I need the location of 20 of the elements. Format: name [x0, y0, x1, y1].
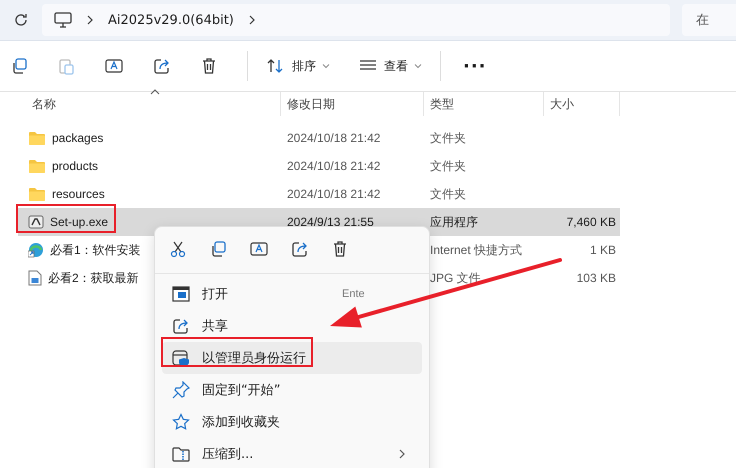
modified-date: 2024/9/13 21:55 [287, 215, 374, 229]
modified-date: 2024/10/18 21:42 [287, 159, 380, 173]
modified-date: 2024/10/18 21:42 [287, 131, 380, 145]
file-size: 7,460 KB [566, 215, 616, 229]
file-size: 1 KB [590, 243, 616, 257]
file-type: Internet 快捷方式 [430, 242, 522, 256]
file-name: 必看1：软件安装 [50, 242, 141, 258]
file-type: 文件夹 [430, 130, 466, 144]
file-type: 文件夹 [430, 158, 466, 172]
file-name: packages [52, 131, 104, 145]
file-name: Set-up.exe [50, 215, 108, 229]
file-name: 必看2：获取最新 [48, 270, 139, 286]
shortcut-hint: Ente [342, 288, 365, 300]
modified-date: 2024/10/18 21:42 [287, 187, 380, 201]
file-name: products [52, 159, 98, 173]
file-type: 应用程序 [430, 214, 478, 228]
file-name: resources [52, 187, 105, 201]
file-size: 103 KB [576, 271, 616, 285]
file-type: 文件夹 [430, 186, 466, 200]
file-type: JPG 文件 [430, 270, 481, 284]
